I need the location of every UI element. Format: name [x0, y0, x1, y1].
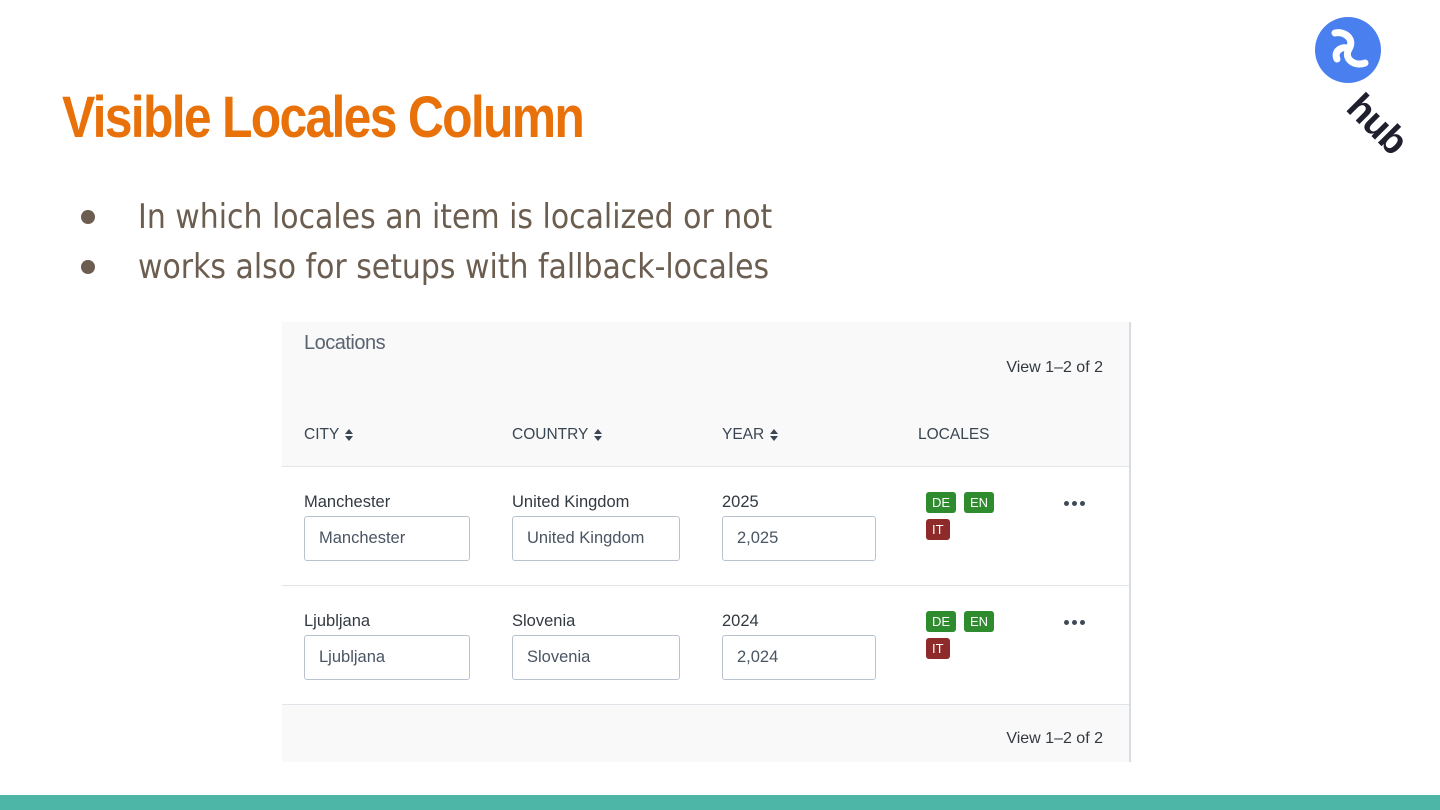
year-label: 2024: [722, 612, 759, 630]
year-input[interactable]: [722, 635, 876, 680]
locale-badge-not-localized: IT: [926, 519, 950, 540]
city-input[interactable]: [304, 635, 470, 680]
column-header-country[interactable]: COUNTRY: [512, 426, 603, 444]
country-input[interactable]: [512, 516, 680, 561]
logo-mark-icon: [1331, 29, 1369, 68]
column-header-label: LOCALES: [918, 426, 990, 443]
year-label: 2025: [722, 493, 759, 511]
column-header-label: YEAR: [722, 426, 765, 443]
column-header-label: COUNTRY: [512, 426, 589, 443]
locale-badge-localized: EN: [964, 611, 995, 632]
logo-text: hub: [1338, 86, 1416, 163]
bullet-text: works also for setups with fallback-loca…: [138, 247, 770, 287]
country-input[interactable]: [512, 635, 680, 680]
pagination-info-top: View 1–2 of 2: [1006, 359, 1103, 376]
bullet-item: works also for setups with fallback-loca…: [78, 242, 859, 292]
city-input[interactable]: [304, 516, 470, 561]
panel-title: Locations: [304, 332, 386, 354]
locale-badge-localized: EN: [964, 492, 995, 513]
table-row: Ljubljana Slovenia 2024 DE EN IT: [282, 586, 1129, 704]
bottom-accent-bar: [0, 795, 1440, 810]
locale-badge-not-localized: IT: [926, 638, 950, 659]
hub-logo-icon: [1315, 17, 1381, 83]
column-header-label: CITY: [304, 426, 340, 443]
year-input[interactable]: [722, 516, 876, 561]
bullet-dot-icon: [81, 210, 95, 224]
column-header-city[interactable]: CITY: [304, 426, 354, 444]
city-label: Manchester: [304, 493, 391, 511]
table-row: Manchester United Kingdom 2025 DE EN IT: [282, 467, 1129, 585]
hub-logo: hub: [1310, 14, 1435, 163]
city-label: Ljubljana: [304, 612, 371, 630]
country-label: Slovenia: [512, 612, 576, 630]
slide-title: Visible Locales Column: [62, 85, 585, 150]
locale-badge-localized: DE: [926, 492, 957, 513]
row-divider: [282, 704, 1129, 705]
column-header-locales: LOCALES: [918, 426, 990, 444]
locations-panel: Locations View 1–2 of 2 CITY COUNTRY YEA…: [282, 322, 1131, 762]
sort-icon[interactable]: [594, 429, 603, 441]
bullet-list: In which locales an item is localized or…: [78, 192, 859, 292]
sort-icon[interactable]: [770, 429, 779, 441]
pagination-info-bottom: View 1–2 of 2: [1006, 730, 1103, 747]
more-icon[interactable]: [1064, 620, 1085, 625]
sort-icon[interactable]: [345, 429, 354, 441]
bullet-item: In which locales an item is localized or…: [78, 192, 859, 242]
locale-badge-localized: DE: [926, 611, 957, 632]
bullet-text: In which locales an item is localized or…: [138, 197, 773, 237]
bullet-dot-icon: [81, 260, 95, 274]
country-label: United Kingdom: [512, 493, 630, 511]
column-header-year[interactable]: YEAR: [722, 426, 779, 444]
more-icon[interactable]: [1064, 501, 1085, 506]
